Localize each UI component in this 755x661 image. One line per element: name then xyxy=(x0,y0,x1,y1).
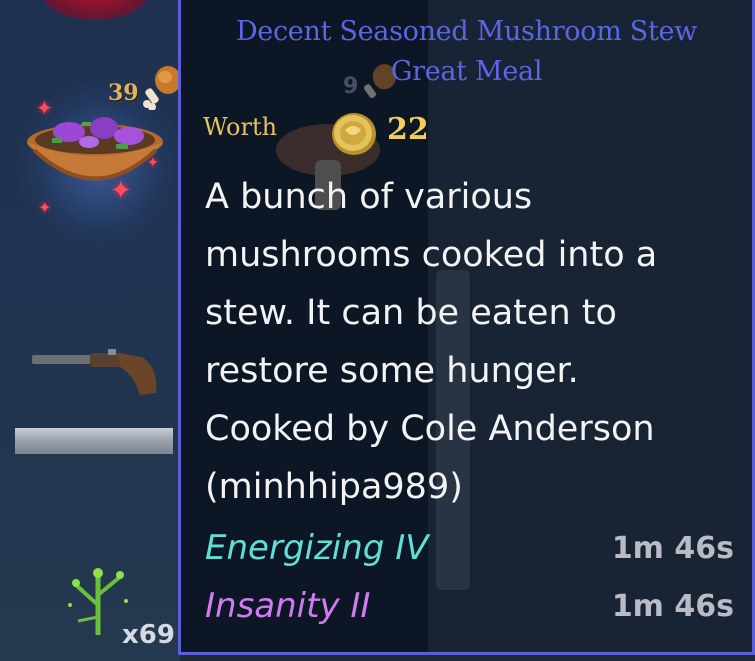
effect-duration: 1m 46s xyxy=(611,589,734,624)
item-title: Decent Seasoned Mushroom Stew xyxy=(235,16,698,47)
mushroom-stew-bowl-icon xyxy=(27,117,163,181)
inventory-slot-herb[interactable]: x69 xyxy=(50,545,180,655)
sparkle-icon: ✦ xyxy=(38,198,52,217)
inventory-column: 39 ✦ ✦ ✦ ✦ x69 xyxy=(0,0,181,661)
effect-duration: 1m 46s xyxy=(611,531,734,566)
flintlock-pistol-icon xyxy=(32,349,157,395)
inventory-slot-pistol[interactable] xyxy=(20,330,180,410)
sparkle-icon: ✦ xyxy=(36,96,53,120)
description-line: mushrooms cooked into a xyxy=(205,235,658,275)
effect-name: Energizing IV xyxy=(205,528,429,568)
description-line: stew. It can be eaten to xyxy=(205,293,617,333)
description-line: (minhhipa989) xyxy=(205,467,463,507)
sparkle-icon: ✦ xyxy=(110,176,132,206)
effect-name: Insanity II xyxy=(205,586,371,626)
coin-icon xyxy=(332,113,376,155)
red-item-glow xyxy=(40,0,150,20)
description-line: Cooked by Cole Anderson xyxy=(205,409,655,449)
worth-label: Worth xyxy=(203,113,278,141)
metal-bar-icon[interactable] xyxy=(15,428,173,454)
item-description: A bunch of various mushrooms cooked into… xyxy=(205,168,745,516)
description-line: A bunch of various xyxy=(205,177,533,217)
worth-value: 22 xyxy=(387,112,429,147)
item-quality: Great Meal xyxy=(390,56,543,87)
sparkle-icon: ✦ xyxy=(147,155,159,171)
item-tooltip: 9 Decent Seasoned Mushroom Stew Great Me… xyxy=(178,0,755,655)
slot-count: x69 xyxy=(122,620,175,650)
description-line: restore some hunger. xyxy=(205,351,579,391)
